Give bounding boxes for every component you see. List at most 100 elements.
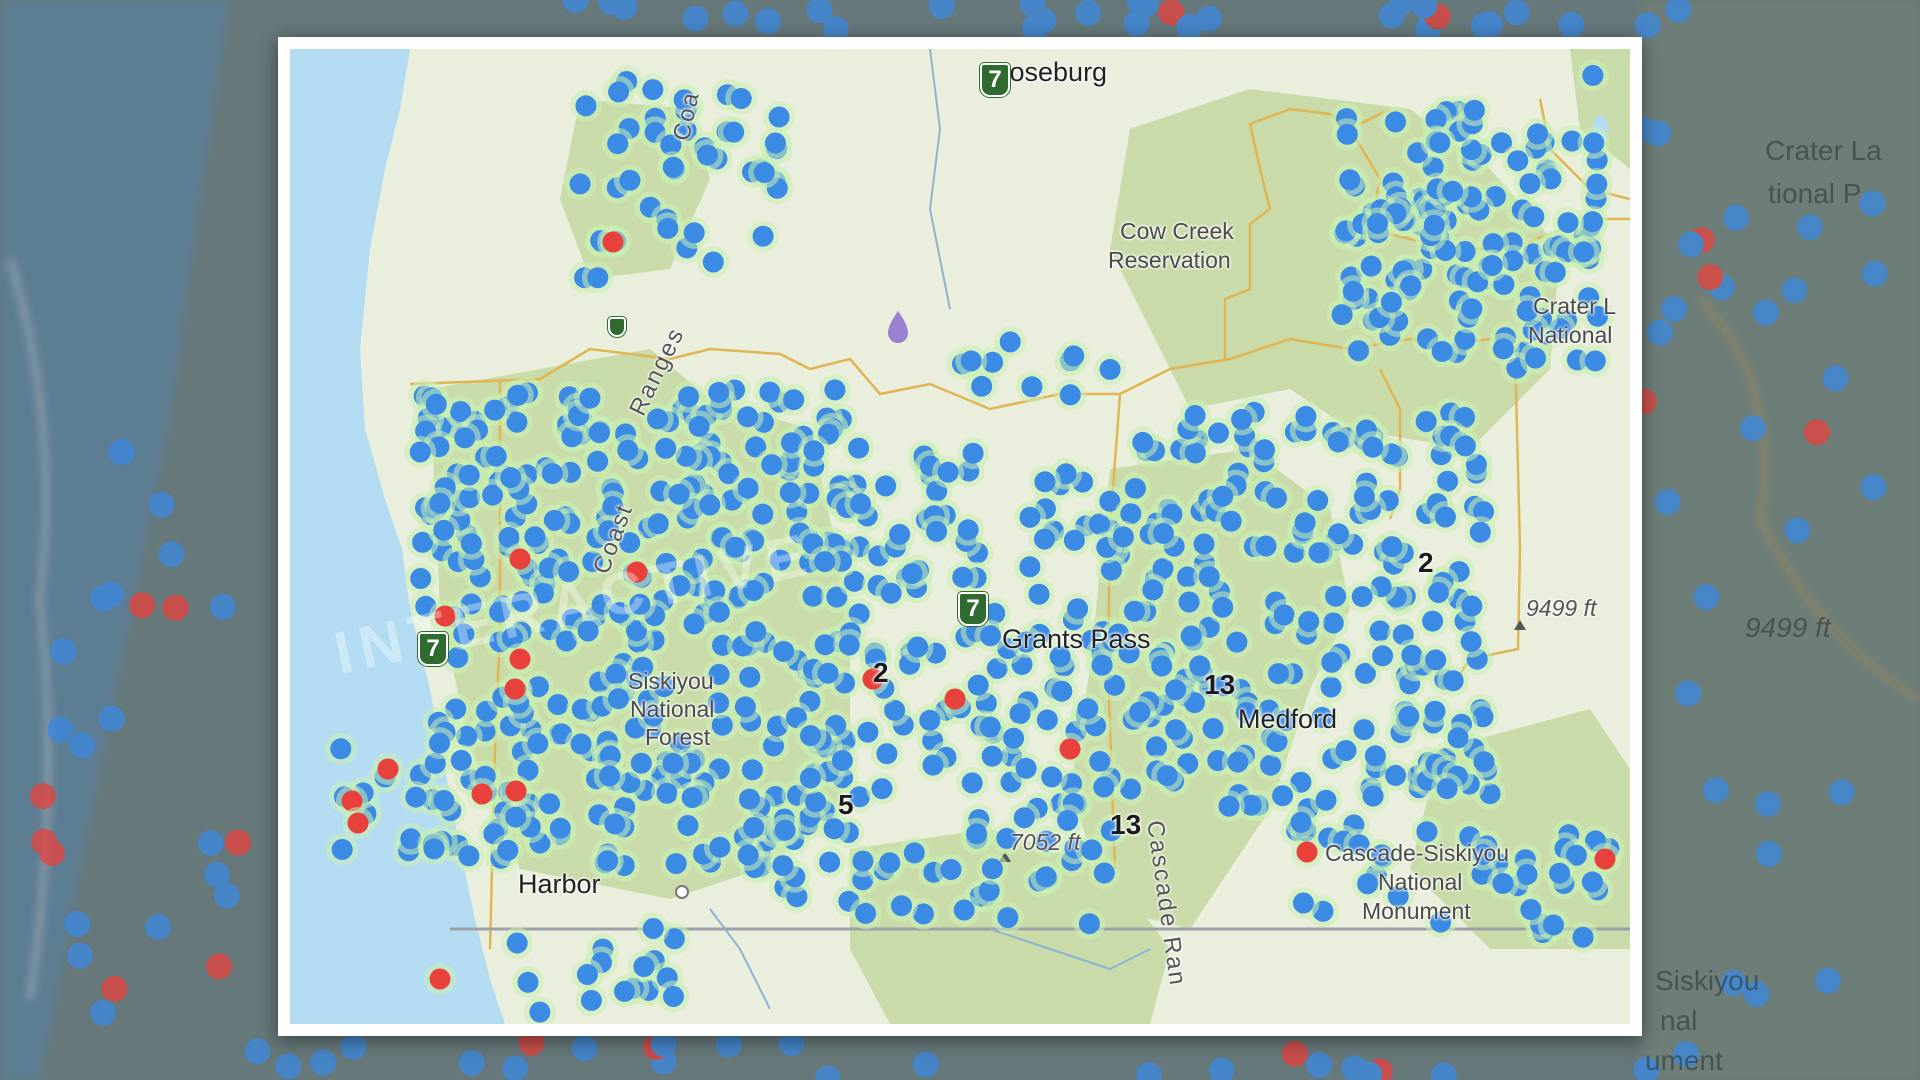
station-marker-blue[interactable] [1461, 595, 1483, 617]
station-marker-blue[interactable] [633, 956, 655, 978]
station-marker-blue[interactable] [425, 393, 447, 415]
station-marker-blue[interactable] [505, 806, 527, 828]
station-marker-blue[interactable] [1342, 280, 1364, 302]
station-marker-blue[interactable] [1583, 132, 1605, 154]
station-marker-blue[interactable] [1428, 582, 1449, 603]
station-marker-blue[interactable] [605, 663, 627, 685]
station-marker-blue[interactable] [1424, 700, 1446, 722]
station-marker-blue[interactable] [952, 566, 974, 588]
station-marker-blue[interactable] [1290, 811, 1312, 833]
station-marker-blue[interactable] [663, 986, 684, 1007]
station-marker-blue[interactable] [814, 634, 836, 656]
station-marker-red[interactable] [505, 780, 527, 802]
station-marker-blue[interactable] [1442, 670, 1464, 692]
station-marker-blue[interactable] [876, 743, 898, 765]
station-marker-blue[interactable] [1078, 913, 1100, 935]
map-view[interactable]: INTERACTIVE Roseburg Coa Cow Creek Reser… [290, 49, 1630, 1024]
station-marker-blue[interactable] [1357, 873, 1379, 895]
station-marker-blue[interactable] [709, 836, 731, 858]
station-marker-blue[interactable] [1129, 701, 1151, 723]
station-marker-blue[interactable] [1198, 566, 1220, 588]
station-marker-blue[interactable] [814, 551, 836, 573]
station-marker-blue[interactable] [779, 482, 801, 503]
station-marker-blue[interactable] [1327, 431, 1349, 453]
station-marker-blue[interactable] [1009, 703, 1031, 725]
station-marker-blue[interactable] [1165, 719, 1187, 741]
station-marker-blue[interactable] [608, 688, 629, 710]
station-marker-blue[interactable] [1057, 809, 1079, 831]
station-marker-blue[interactable] [1212, 596, 1234, 618]
station-marker-blue[interactable] [607, 133, 629, 155]
station-marker-blue[interactable] [576, 964, 598, 985]
station-marker-blue[interactable] [1460, 631, 1482, 653]
station-marker-blue[interactable] [1364, 745, 1386, 767]
station-marker-blue[interactable] [1273, 604, 1295, 626]
station-marker-blue[interactable] [423, 838, 445, 860]
station-marker-blue[interactable] [579, 387, 601, 409]
station-marker-blue[interactable] [1059, 384, 1081, 406]
station-marker-blue[interactable] [647, 513, 669, 535]
station-marker-blue[interactable] [852, 850, 874, 872]
station-marker-blue[interactable] [549, 817, 571, 839]
station-marker-blue[interactable] [879, 852, 901, 874]
station-marker-blue[interactable] [875, 475, 897, 497]
cluster-count-badge[interactable]: 13 [1204, 669, 1235, 701]
station-marker-blue[interactable] [1434, 506, 1456, 528]
station-marker-blue[interactable] [1156, 765, 1178, 787]
station-marker-blue[interactable] [961, 772, 983, 794]
station-marker-blue[interactable] [889, 523, 911, 545]
station-marker-blue[interactable] [1220, 510, 1242, 532]
station-marker-blue[interactable] [1202, 718, 1224, 739]
station-marker-blue[interactable] [608, 81, 630, 103]
station-marker-blue[interactable] [1385, 764, 1407, 786]
station-marker-blue[interactable] [850, 493, 871, 515]
cluster-count-badge[interactable]: 5 [838, 789, 854, 821]
station-marker-blue[interactable] [1447, 727, 1469, 749]
station-marker-blue[interactable] [570, 733, 592, 755]
station-marker-blue[interactable] [743, 817, 765, 838]
station-marker-blue[interactable] [410, 568, 432, 589]
station-marker-blue[interactable] [331, 839, 353, 860]
station-marker-blue[interactable] [1367, 213, 1388, 234]
station-marker-blue[interactable] [668, 483, 690, 505]
station-marker-blue[interactable] [1099, 358, 1121, 380]
station-marker-blue[interactable] [1093, 776, 1115, 798]
station-marker-blue[interactable] [1582, 211, 1603, 233]
station-marker-blue[interactable] [1425, 649, 1447, 671]
cluster-count-badge[interactable]: 2 [873, 657, 889, 689]
station-marker-blue[interactable] [1019, 506, 1041, 528]
station-marker-blue[interactable] [1124, 477, 1146, 499]
station-marker-blue[interactable] [1423, 214, 1445, 236]
station-marker-blue[interactable] [507, 384, 529, 406]
station-marker-blue[interactable] [891, 895, 912, 917]
station-marker-blue[interactable] [739, 788, 760, 810]
station-marker-blue[interactable] [1351, 586, 1373, 608]
station-marker-blue[interactable] [967, 674, 989, 696]
station-marker-blue[interactable] [1226, 631, 1248, 653]
station-marker-blue[interactable] [1492, 338, 1514, 360]
station-marker-blue[interactable] [587, 267, 609, 289]
station-marker-blue[interactable] [1021, 376, 1043, 398]
station-marker-blue[interactable] [1142, 579, 1164, 601]
station-marker-blue[interactable] [575, 95, 597, 117]
station-marker-blue[interactable] [1527, 123, 1548, 145]
station-marker-blue[interactable] [759, 381, 781, 403]
station-marker-blue[interactable] [922, 754, 944, 776]
station-marker-blue[interactable] [1586, 173, 1608, 195]
station-marker-blue[interactable] [708, 381, 730, 403]
station-marker-blue[interactable] [1003, 727, 1025, 749]
station-marker-blue[interactable] [741, 759, 763, 781]
station-marker-blue[interactable] [1184, 442, 1206, 464]
station-marker-blue[interactable] [783, 389, 805, 411]
station-marker-blue[interactable] [730, 88, 752, 109]
station-marker-blue[interactable] [1582, 64, 1604, 86]
station-marker-blue[interactable] [907, 636, 929, 658]
station-marker-blue[interactable] [1339, 169, 1361, 191]
station-marker-blue[interactable] [1398, 705, 1420, 727]
station-marker-blue[interactable] [458, 464, 480, 486]
station-marker-blue[interactable] [848, 437, 870, 459]
station-marker-blue[interactable] [768, 106, 790, 128]
station-marker-blue[interactable] [1028, 583, 1050, 605]
station-marker-blue[interactable] [1335, 740, 1357, 761]
station-marker-blue[interactable] [1035, 866, 1057, 888]
